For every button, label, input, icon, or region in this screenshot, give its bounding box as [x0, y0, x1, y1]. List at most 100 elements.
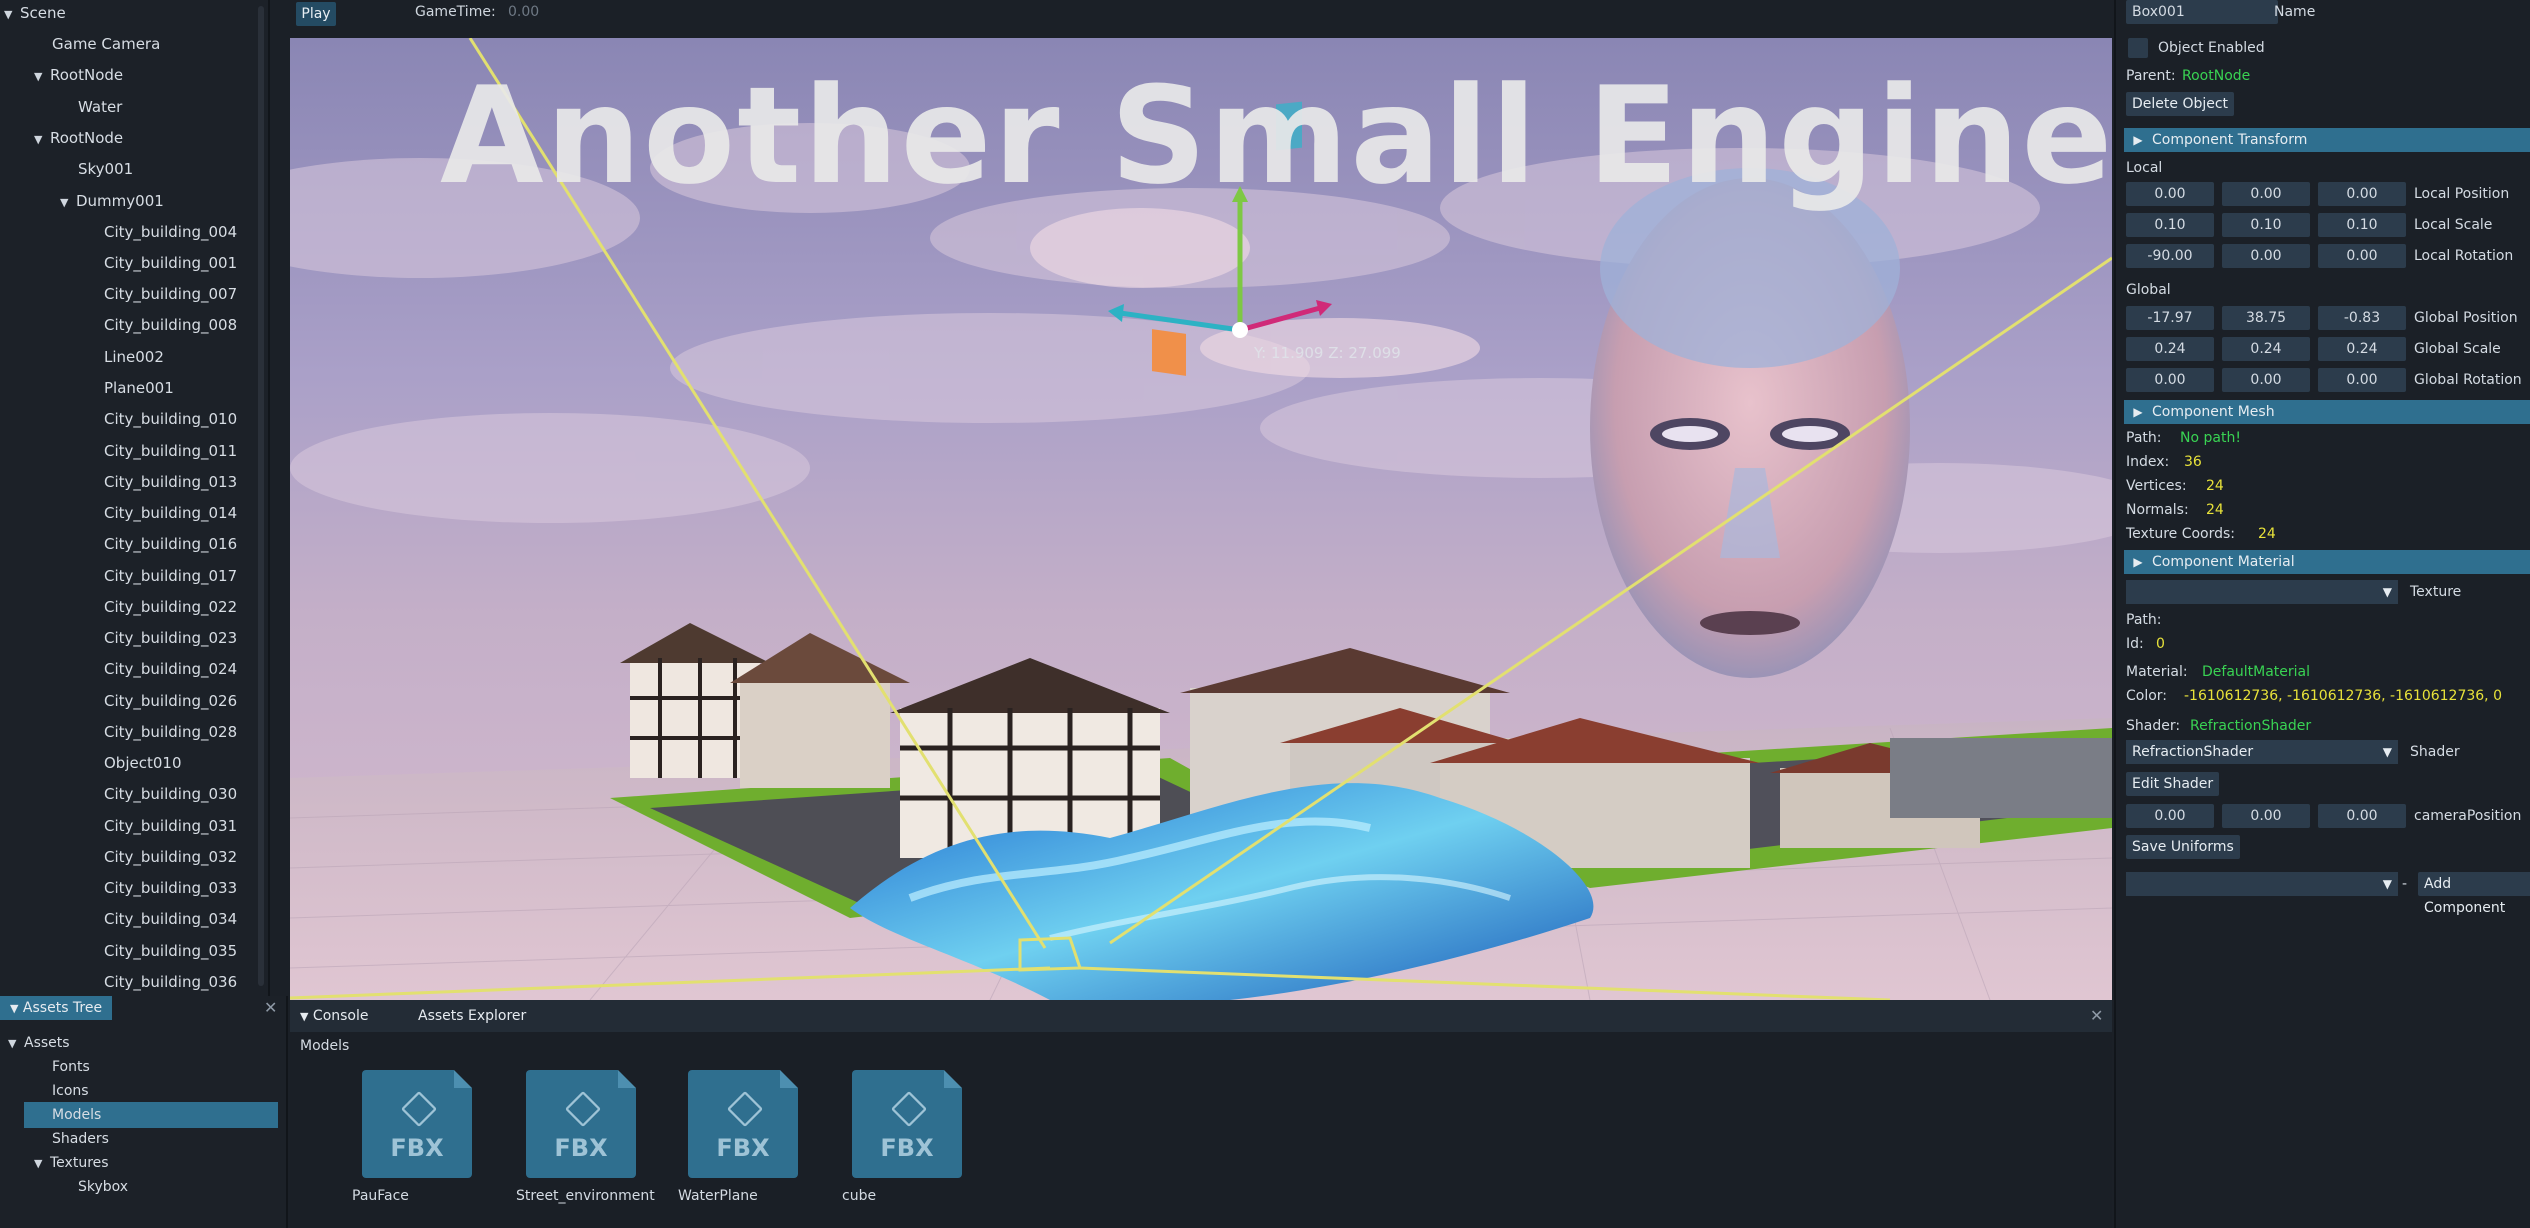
assets-item-icons[interactable]: Icons [52, 1078, 89, 1104]
hierarchy-item[interactable]: City_building_011 [104, 438, 237, 464]
material-id-value: 0 [2156, 636, 2165, 652]
component-material-header[interactable]: ▶ Component Material [2124, 550, 2530, 574]
collapse-arrow-icon[interactable]: ▼ [34, 64, 50, 90]
global-rotation-x[interactable]: 0.00 [2126, 368, 2214, 392]
tab-assets-explorer[interactable]: Assets Explorer [408, 1004, 536, 1028]
save-uniforms-button[interactable]: Save Uniforms [2126, 835, 2240, 859]
camera-position-x[interactable]: 0.00 [2126, 804, 2214, 828]
global-rotation-z[interactable]: 0.00 [2318, 368, 2406, 392]
shader-dropdown[interactable]: RefractionShader ▼ [2126, 740, 2398, 764]
global-scale-z[interactable]: 0.24 [2318, 337, 2406, 361]
hierarchy-item[interactable]: City_building_014 [104, 500, 237, 526]
close-icon[interactable]: ✕ [264, 998, 277, 1017]
hierarchy-item[interactable]: City_building_013 [104, 469, 237, 495]
hierarchy-item[interactable]: City_building_010 [104, 406, 237, 432]
assets-item-skybox[interactable]: Skybox [78, 1174, 128, 1200]
collapse-arrow-icon[interactable]: ▼ [10, 1002, 18, 1015]
asset-file-pauface[interactable]: FBX PauFace [352, 1070, 472, 1204]
hierarchy-item[interactable]: City_building_026 [104, 688, 237, 714]
hierarchy-item[interactable]: City_building_001 [104, 250, 237, 276]
close-icon[interactable]: ✕ [2090, 1006, 2103, 1025]
global-position-z[interactable]: -0.83 [2318, 306, 2406, 330]
hierarchy-item-rootnode-2[interactable]: ▼ RootNode [34, 125, 123, 151]
local-position-z[interactable]: 0.00 [2318, 182, 2406, 206]
local-scale-y[interactable]: 0.10 [2222, 213, 2310, 237]
object-name-input[interactable]: Box001 [2126, 0, 2278, 24]
hierarchy-item[interactable]: City_building_016 [104, 531, 237, 557]
collapse-arrow-icon[interactable]: ▼ [4, 2, 20, 28]
hierarchy-item[interactable]: Plane001 [104, 375, 174, 401]
collapse-arrow-icon[interactable]: ▼ [34, 127, 50, 153]
hierarchy-item[interactable]: Object010 [104, 750, 181, 776]
local-scale-x[interactable]: 0.10 [2126, 213, 2214, 237]
hierarchy-item-label: City_building_036 [104, 973, 238, 991]
hierarchy-item[interactable]: City_building_024 [104, 656, 237, 682]
hierarchy-item[interactable]: City_building_004 [104, 219, 237, 245]
assets-item-textures[interactable]: ▼ Textures [34, 1150, 109, 1176]
file-type-label: FBX [716, 1134, 770, 1162]
global-scale-y[interactable]: 0.24 [2222, 337, 2310, 361]
camera-position-y[interactable]: 0.00 [2222, 804, 2310, 828]
hierarchy-item[interactable]: Line002 [104, 344, 164, 370]
hierarchy-item[interactable]: City_building_017 [104, 563, 237, 589]
hierarchy-item[interactable]: City_building_023 [104, 625, 237, 651]
assets-item-fonts[interactable]: Fonts [52, 1054, 90, 1080]
scene-viewport[interactable]: Y: 11.909 Z: 27.099 Another Small Engine [290, 38, 2112, 1000]
collapse-arrow-icon[interactable]: ▼ [34, 1151, 50, 1177]
add-component-dropdown[interactable]: ▼ [2126, 872, 2398, 896]
asset-file-cube[interactable]: FBX cube [842, 1070, 962, 1204]
local-rotation-z[interactable]: 0.00 [2318, 244, 2406, 268]
hierarchy-item-label: City_building_035 [104, 942, 238, 960]
texture-dropdown[interactable]: ▼ [2126, 580, 2398, 604]
hierarchy-item-game-camera[interactable]: Game Camera [52, 31, 160, 57]
collapse-arrow-icon[interactable]: ▼ [60, 190, 76, 216]
hierarchy-item[interactable]: City_building_034 [104, 906, 237, 932]
hierarchy-scrollbar[interactable] [258, 6, 264, 986]
delete-object-button[interactable]: Delete Object [2126, 92, 2235, 116]
hierarchy-item[interactable]: City_building_036 [104, 969, 237, 995]
hierarchy-item[interactable]: City_building_032 [104, 844, 237, 870]
hierarchy-item[interactable]: City_building_028 [104, 719, 237, 745]
edit-shader-button[interactable]: Edit Shader [2126, 772, 2220, 796]
scene-header[interactable]: ▼ Scene [4, 0, 66, 26]
local-position-x[interactable]: 0.00 [2126, 182, 2214, 206]
local-position-y[interactable]: 0.00 [2222, 182, 2310, 206]
global-position-y[interactable]: 38.75 [2222, 306, 2310, 330]
local-scale-z[interactable]: 0.10 [2318, 213, 2406, 237]
hierarchy-item-dummy001[interactable]: ▼ Dummy001 [60, 188, 164, 214]
hierarchy-item[interactable]: City_building_033 [104, 875, 237, 901]
hierarchy-item[interactable]: City_building_022 [104, 594, 237, 620]
local-rotation-y[interactable]: 0.00 [2222, 244, 2310, 268]
hierarchy-item[interactable]: City_building_007 [104, 281, 237, 307]
assets-item-assets[interactable]: ▼ Assets [8, 1030, 70, 1056]
collapse-arrow-icon[interactable]: ▼ [300, 1010, 308, 1023]
hierarchy-item[interactable]: City_building_031 [104, 813, 237, 839]
camera-position-z[interactable]: 0.00 [2318, 804, 2406, 828]
cube-icon [890, 1090, 928, 1128]
global-rotation-y[interactable]: 0.00 [2222, 368, 2310, 392]
hierarchy-item[interactable]: City_building_030 [104, 781, 237, 807]
asset-file-street-environment[interactable]: FBX Street_environment [516, 1070, 655, 1204]
tab-assets-tree[interactable]: ▼ Assets Tree [0, 996, 113, 1020]
tab-console[interactable]: ▼ Console [290, 1004, 379, 1028]
hierarchy-item[interactable]: City_building_008 [104, 312, 237, 338]
assets-item-shaders[interactable]: Shaders [52, 1126, 109, 1152]
hierarchy-item-rootnode[interactable]: ▼ RootNode [34, 62, 123, 88]
global-position-x[interactable]: -17.97 [2126, 306, 2214, 330]
component-mesh-header[interactable]: ▶ Component Mesh [2124, 400, 2530, 424]
play-button[interactable]: Play [296, 2, 336, 26]
material-name-label: Material: [2126, 664, 2188, 680]
global-scale-x[interactable]: 0.24 [2126, 337, 2214, 361]
component-transform-header[interactable]: ▶ Component Transform [2124, 128, 2530, 152]
hierarchy-item-sky001[interactable]: Sky001 [78, 156, 133, 182]
add-component-button[interactable]: Add Component [2418, 872, 2530, 916]
hierarchy-item-label: City_building_023 [104, 629, 238, 647]
assets-item-models-selected[interactable]: Models [24, 1102, 278, 1128]
asset-file-waterplane[interactable]: FBX WaterPlane [678, 1070, 798, 1204]
hierarchy-item[interactable]: City_building_035 [104, 938, 237, 964]
chevron-down-icon: ▼ [2382, 877, 2392, 891]
hierarchy-item-water[interactable]: Water [78, 94, 122, 120]
object-enabled-checkbox[interactable] [2128, 38, 2148, 58]
collapse-arrow-icon[interactable]: ▼ [8, 1031, 24, 1057]
local-rotation-x[interactable]: -90.00 [2126, 244, 2214, 268]
